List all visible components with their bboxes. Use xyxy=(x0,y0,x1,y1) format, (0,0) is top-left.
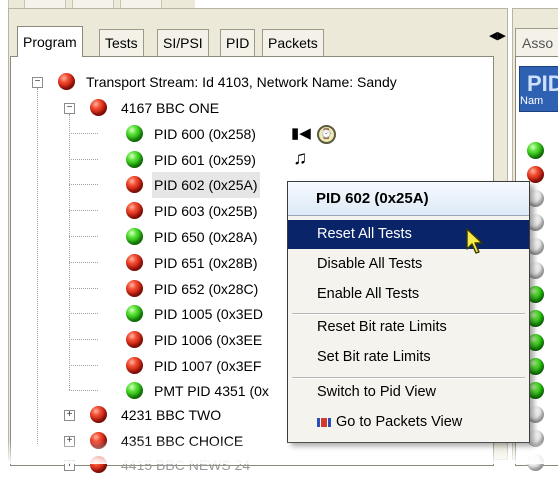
tree-node-label: Transport Stream: Id 4103, Network Name:… xyxy=(86,74,397,90)
tree-node-label: PID 651 (0x28B) xyxy=(154,255,258,271)
status-red-icon xyxy=(126,202,143,219)
status-green-icon xyxy=(126,151,143,168)
collapse-icon[interactable]: − xyxy=(64,103,75,114)
menu-item-label: Go to Packets View xyxy=(336,414,463,430)
expand-icon[interactable]: + xyxy=(64,410,75,421)
tree-node-label: 4167 BBC ONE xyxy=(121,100,220,116)
status-green-icon xyxy=(126,125,143,142)
status-red-icon xyxy=(90,406,107,423)
mouse-pointer-icon xyxy=(466,228,483,254)
tree-node-label: PID 600 (0x258) xyxy=(154,126,256,142)
tree-node-label: PID 602 (0x25A) xyxy=(152,172,260,198)
clock-icon: ⌚ xyxy=(317,125,336,144)
music-note-icon: ♫ xyxy=(293,148,308,169)
tree-node-label: PID 603 (0x25B) xyxy=(154,203,258,219)
tree-node-label: PMT PID 4351 (0x xyxy=(154,383,269,399)
tree-node-label: PID 650 (0x28A) xyxy=(154,229,258,245)
tree-node-label: PID 601 (0x259) xyxy=(154,152,256,168)
status-green-icon xyxy=(126,305,143,322)
status-red-icon xyxy=(126,331,143,348)
video-camera-icon: ▮◀ xyxy=(291,125,311,142)
status-green-icon xyxy=(126,382,143,399)
menu-item-set-bit-rate-limits[interactable]: Set Bit rate Limits xyxy=(288,343,529,372)
menu-item-disable-all-tests[interactable]: Disable All Tests xyxy=(288,250,529,279)
status-red-icon xyxy=(58,73,75,90)
context-menu: PID 602 (0x25A) Reset All Tests Disable … xyxy=(287,181,530,443)
status-red-icon xyxy=(126,357,143,374)
tree-node-label: PID 1006 (0x3EE xyxy=(154,332,263,348)
menu-item-switch-to-pid-view[interactable]: Switch to Pid View xyxy=(288,378,529,407)
bottom-fade-overlay xyxy=(0,440,558,464)
tree-node-label: PID 652 (0x28C) xyxy=(154,281,259,297)
status-red-icon xyxy=(126,280,143,297)
collapse-icon[interactable]: − xyxy=(32,77,43,88)
tree-node-label: 4231 BBC TWO xyxy=(121,407,222,423)
context-menu-title: PID 602 (0x25A) xyxy=(288,182,529,216)
status-red-icon xyxy=(90,99,107,116)
menu-item-enable-all-tests[interactable]: Enable All Tests xyxy=(288,280,529,309)
menu-item-reset-bit-rate-limits[interactable]: Reset Bit rate Limits xyxy=(288,313,529,342)
packets-icon xyxy=(317,418,331,427)
status-red-icon xyxy=(126,176,143,193)
tab-program[interactable]: Program xyxy=(17,26,83,57)
status-green-icon xyxy=(126,228,143,245)
tree-node-label: PID 1007 (0x3EF xyxy=(154,358,262,374)
status-red-icon xyxy=(126,254,143,271)
tree-node-label: PID 1005 (0x3ED xyxy=(154,306,263,322)
menu-item-reset-all-tests[interactable]: Reset All Tests xyxy=(288,220,529,249)
menu-item-go-to-packets-view[interactable]: Go to Packets View xyxy=(288,408,529,437)
